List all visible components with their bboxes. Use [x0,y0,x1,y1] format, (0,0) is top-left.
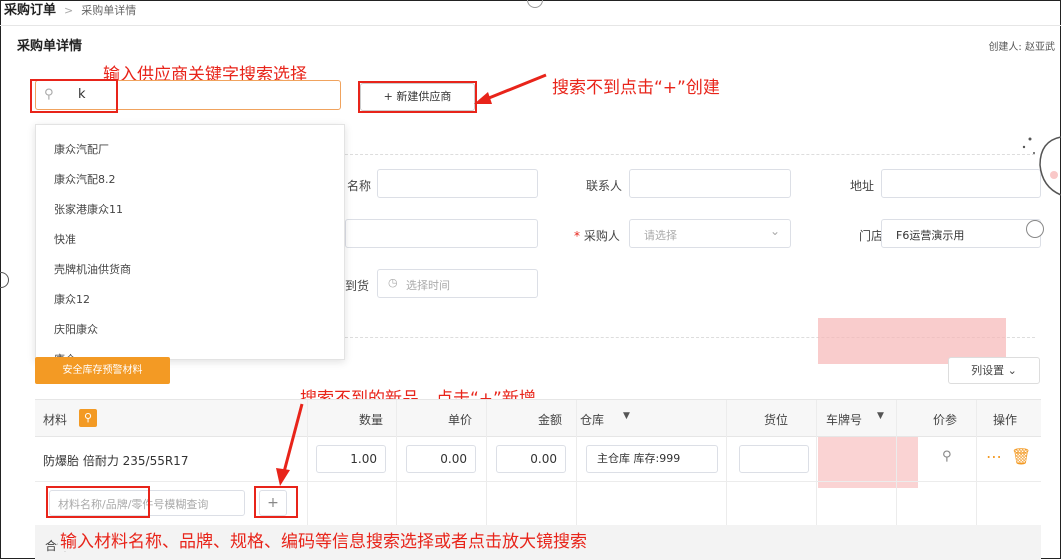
purchaser-placeholder: 请选择 [644,229,677,242]
annotation-material-tip: 输入材料名称、品牌、规格、编码等信息搜索选择或者点击放大镜搜索 [60,532,587,552]
supplier-option[interactable]: 康众汽配8.2 [36,165,344,195]
supplier-dropdown: 康众汽配厂 康众汽配8.2 张家港康众11 快准 壳牌机油供货商 康众12 庆阳… [35,124,345,360]
store-value: F6运营演示用 [896,229,965,242]
divider [0,25,1061,26]
qty-input[interactable]: 1.00 [316,445,386,473]
breadcrumb-separator: > [64,4,74,17]
price-ref-search-icon[interactable]: ⚲ [942,449,952,464]
annotation-box-new-supplier [358,81,477,113]
address-label: 地址 [850,179,875,193]
delete-icon[interactable]: 🗑 [1011,447,1031,466]
annotation-arrow-icon [276,403,304,486]
column-settings-button[interactable]: 列设置 ⌄ [948,357,1040,384]
required-mark: * [574,229,580,243]
avatar[interactable] [1026,220,1044,238]
caret-down-icon[interactable]: ▼ [877,411,884,421]
purchaser-select[interactable]: 请选择 ⌄ [629,219,791,248]
safety-stock-button[interactable]: 安全库存预警材料 [35,357,170,384]
breadcrumb-orders[interactable]: 采购订单 [4,3,56,18]
material-search-icon[interactable]: ⚲ [79,409,97,427]
col-plate: 车牌号 [826,413,863,427]
amount-input[interactable]: 0.00 [496,445,566,473]
table-row: 防爆胎 倍耐力 235/55R17 1.00 0.00 0.00 主仓库 库存:… [35,437,1041,482]
col-material: 材料 [43,413,68,427]
location-input[interactable] [739,445,809,473]
clock-icon: ◷ [388,276,398,289]
contact-input[interactable] [629,169,791,198]
more-options-icon[interactable]: ⋯ [986,447,1002,466]
supplier-option[interactable]: 快准 [36,225,344,255]
annotation-box-add-material [254,486,298,518]
arrival-time-picker[interactable]: ◷ 选择时间 [377,269,538,298]
warehouse-value: 主仓库 库存:999 [597,452,681,465]
store-select[interactable]: F6运营演示用 [881,219,1041,248]
purchaser-label: * 采购人 [574,227,620,244]
material-name: 防爆胎 倍耐力 235/55R17 [43,454,189,468]
annotation-box-material-search [46,486,150,518]
supplier-option[interactable]: 康众12 [36,285,344,315]
col-action: 操作 [993,413,1018,427]
arrival-label: 到货 [345,279,370,293]
section-divider [345,154,1035,155]
name-input[interactable] [377,169,538,198]
creator-info: 创建人: 赵亚武 [988,42,1055,53]
warehouse-select[interactable]: 主仓库 库存:999 [586,445,718,473]
col-amount: 金额 [538,413,563,427]
supplier-option[interactable]: 张家港康众11 [36,195,344,225]
arrival-placeholder: 选择时间 [406,279,450,292]
chevron-down-icon: ⌄ [1007,364,1017,377]
annotation-arrow-icon [474,73,547,104]
col-qty: 数量 [359,413,384,427]
col-warehouse: 仓库 [580,413,605,427]
breadcrumb-detail: 采购单详情 [81,4,137,17]
caret-down-icon[interactable]: ▼ [623,411,630,421]
store-label: 门店 [859,229,884,243]
chevron-down-icon: ⌄ [769,224,780,238]
new-material-row: 材料名称/品牌/零件号模糊查询 + [35,482,1041,526]
annotation-create-tip: 搜索不到点击“+”创建 [552,78,720,98]
contact-label: 联系人 [586,179,623,193]
col-location: 货位 [764,413,789,427]
annotation-box-search [30,79,118,113]
supplier-option[interactable]: 壳牌机油供货商 [36,255,344,285]
field-input[interactable] [345,219,538,248]
table-header: 材料 ⚲ 数量 单价 金额 仓库 ▼ 货位 车牌号 ▼ 价参 操作 [35,400,1041,437]
breadcrumb: 采购订单 > 采购单详情 [4,2,136,20]
name-label: 名称 [347,179,372,193]
col-price-ref: 价参 [933,413,958,427]
supplier-option[interactable]: 庆阳康众 [36,315,344,345]
column-settings-label: 列设置 [971,364,1005,377]
purchaser-label-text: 采购人 [583,229,620,243]
supplier-option[interactable]: 康众汽配厂 [36,135,344,165]
col-price: 单价 [448,413,473,427]
price-input[interactable]: 0.00 [406,445,476,473]
mascot-doodle-icon [1022,136,1061,196]
page-title: 采购单详情 [17,39,83,54]
